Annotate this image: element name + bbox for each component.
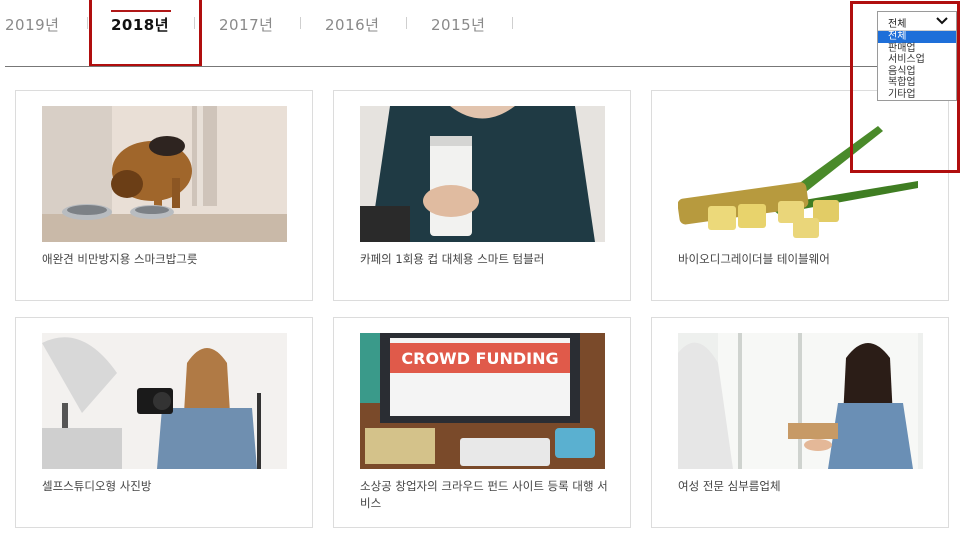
tabs-divider <box>5 66 955 67</box>
delivery-woman-photo <box>678 333 923 469</box>
tab-2015[interactable]: 2015년 <box>431 14 485 35</box>
card-title: 여성 전문 심부름업체 <box>678 479 781 493</box>
card-title: 애완견 비만방지용 스마크밥그릇 <box>42 252 198 266</box>
tumbler-photo <box>360 106 605 242</box>
card-title: 소상공 창업자의 크라우드 펀드 사이트 등록 대행 서비스 <box>360 479 608 510</box>
card-item[interactable]: 애완견 비만방지용 스마크밥그릇 <box>15 90 313 301</box>
tab-2019[interactable]: 2019년 <box>5 14 59 35</box>
dropdown-highlight <box>850 1 960 173</box>
tab-separator <box>87 17 88 29</box>
tab-2017[interactable]: 2017년 <box>219 14 273 35</box>
card-title: 셀프스튜디오형 사진방 <box>42 479 152 493</box>
tab-separator <box>406 17 407 29</box>
crowd-funding-text: CROWD FUNDING <box>401 349 558 368</box>
active-tab-highlight <box>89 0 202 67</box>
card-item[interactable]: 카페의 1회용 컵 대체용 스마트 텀블러 <box>333 90 631 301</box>
tab-separator <box>512 17 513 29</box>
dog-eating-photo <box>42 106 287 242</box>
tab-separator <box>300 17 301 29</box>
card-title: 카페의 1회용 컵 대체용 스마트 텀블러 <box>360 252 545 266</box>
card-item[interactable]: 여성 전문 심부름업체 <box>651 317 949 528</box>
year-tabs: 2019년 2018년 2017년 2016년 2015년 <box>0 0 560 48</box>
photographer-photo <box>42 333 287 469</box>
card-item[interactable]: CROWD FUNDING 소상공 창업자의 크라우드 펀드 사이트 등록 대행… <box>333 317 631 528</box>
card-title: 바이오디그레이더블 테이블웨어 <box>678 252 830 266</box>
card-item[interactable]: 셀프스튜디오형 사진방 <box>15 317 313 528</box>
crowd-funding-photo: CROWD FUNDING <box>360 333 605 469</box>
tab-2016[interactable]: 2016년 <box>325 14 379 35</box>
